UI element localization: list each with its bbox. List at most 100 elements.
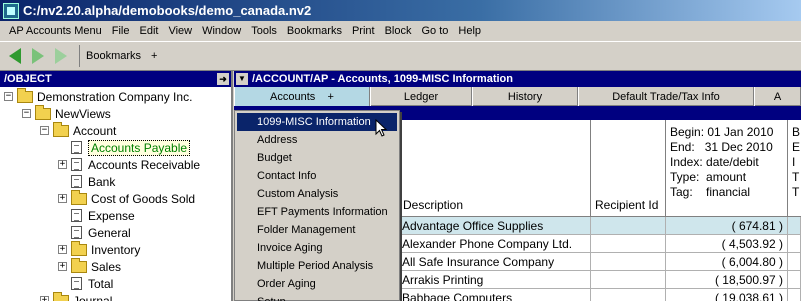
column-header-period-label: Begin: 01 Jan 2010 End: 31 Dec 2010 Inde… [670,125,774,199]
description-cell[interactable]: Advantage Office Supplies [399,217,591,235]
column-header-recipient[interactable]: Recipient Id [591,120,666,217]
tab-accounts[interactable]: Accounts + [234,87,370,106]
menu-item-print[interactable]: Print [347,21,380,41]
tree-item[interactable]: − Account [40,121,116,139]
tab-ledger[interactable]: Ledger [370,87,472,106]
menu-item-tools[interactable]: Tools [246,21,282,41]
tree-item[interactable]: + Journal [40,291,113,301]
menu-option-contact-info[interactable]: Contact Info [235,167,399,185]
next-period-cell[interactable] [788,235,801,253]
menu-option-invoice-aging[interactable]: Invoice Aging [235,239,399,257]
collapse-icon[interactable]: − [40,126,49,135]
menu-item-view[interactable]: View [163,21,197,41]
document-icon [71,175,82,188]
next-period-cell[interactable] [788,253,801,271]
tree-item-label: Journal [73,293,113,301]
recipient-cell[interactable] [591,217,666,235]
description-cell[interactable]: Alexander Phone Company Ltd. [399,235,591,253]
folder-icon [53,121,69,137]
description-cell[interactable]: Arrakis Printing [399,271,591,289]
go-arrow-icon[interactable]: ➜ [217,73,229,85]
tree-item[interactable]: Bank [58,173,115,190]
recipient-cell[interactable] [591,289,666,301]
expand-icon[interactable]: + [58,262,67,271]
tree-item[interactable]: Expense [58,207,135,224]
folder-icon [53,291,69,301]
tree-item-label: Bank [88,174,116,189]
tree-item[interactable]: + Accounts Receivable [58,156,200,173]
tree-item[interactable]: Total [58,275,113,292]
accounts-grid: Description Recipient Id Begin: 01 Jan 2… [399,120,801,301]
tree-item[interactable]: General [58,224,131,241]
expand-icon[interactable]: + [58,160,67,169]
bookmarks-button[interactable]: Bookmarks + [79,45,163,67]
menu-option-order-aging[interactable]: Order Aging [235,275,399,293]
amount-cell[interactable]: ( 19,038.61 ) [666,289,788,301]
menu-option-setup[interactable]: Setup [235,293,399,301]
tree-item[interactable]: + Sales [58,257,121,275]
tree-item[interactable]: Accounts Payable [58,139,191,156]
amount-cell[interactable]: ( 4,503.92 ) [666,235,788,253]
menu-item-block[interactable]: Block [380,21,417,41]
view-tabs: Accounts + Ledger History Default Trade/Tax… [234,87,801,106]
menu-option-1099-misc-information[interactable]: 1099-MISC Information [237,113,397,131]
table-row[interactable]: All Safe Insurance Company ( 6,004.80 ) [399,253,801,271]
next-period-cell[interactable] [788,217,801,235]
tree-item-label: Inventory [91,242,141,257]
menu-item-ap-accounts-menu[interactable]: AP Accounts Menu [4,21,107,41]
column-header-recipient-label: Recipient Id [595,198,659,212]
collapse-icon[interactable]: − [22,109,31,118]
recipient-cell[interactable] [591,235,666,253]
menu-item-file[interactable]: File [107,21,135,41]
amount-cell[interactable]: ( 18,500.97 ) [666,271,788,289]
tab-history[interactable]: History [472,87,578,106]
menu-option-custom-analysis[interactable]: Custom Analysis [235,185,399,203]
menu-item-bookmarks[interactable]: Bookmarks [282,21,347,41]
bookmarks-label: Bookmarks [86,50,142,62]
column-header-period[interactable]: Begin: 01 Jan 2010 End: 31 Dec 2010 Inde… [666,120,788,217]
tree-item[interactable]: + Inventory [58,240,141,258]
tree-item[interactable]: − Demonstration Company Inc. [4,87,193,105]
menu-item-window[interactable]: Window [197,21,246,41]
menu-item-edit[interactable]: Edit [134,21,163,41]
tree-item-label: Demonstration Company Inc. [37,89,193,104]
collapse-icon[interactable]: − [4,92,13,101]
amount-cell[interactable]: ( 6,004.80 ) [666,253,788,271]
table-row[interactable]: Advantage Office Supplies ( 674.81 ) [399,217,801,235]
back-button[interactable] [4,45,26,67]
view-menu-dropdown-icon[interactable]: ▼ [236,73,248,85]
menu-item-go-to[interactable]: Go to [416,21,453,41]
column-header-description[interactable]: Description [399,120,591,217]
expand-icon[interactable]: + [40,296,49,301]
column-header-next-period[interactable]: B E I T T [788,120,801,217]
window-title: C:/nv2.20.alpha/demobooks/demo_canada.nv… [23,3,312,18]
forward-end-button[interactable] [50,45,72,67]
menu-option-eft-payments-information[interactable]: EFT Payments Information [235,203,399,221]
tab-a[interactable]: A [754,87,801,106]
menu-item-help[interactable]: Help [453,21,486,41]
next-period-cell[interactable] [788,271,801,289]
table-row[interactable]: Babbage Computers ( 19,038.61 ) [399,289,801,301]
toolbar: Bookmarks + [0,41,801,71]
tree-item-label: Total [88,276,114,291]
mouse-cursor-icon [375,119,388,137]
menu-option-multiple-period-analysis[interactable]: Multiple Period Analysis [235,257,399,275]
description-cell[interactable]: Babbage Computers [399,289,591,301]
amount-cell[interactable]: ( 674.81 ) [666,217,788,235]
description-cell[interactable]: All Safe Insurance Company [399,253,591,271]
recipient-cell[interactable] [591,253,666,271]
menu-option-budget[interactable]: Budget [235,149,399,167]
forward-button[interactable] [27,45,49,67]
table-row[interactable]: Alexander Phone Company Ltd. ( 4,503.92 ) [399,235,801,253]
recipient-cell[interactable] [591,271,666,289]
expand-icon[interactable]: + [58,194,67,203]
menu-option-folder-management[interactable]: Folder Management [235,221,399,239]
next-period-cell[interactable] [788,289,801,301]
tab-default-trade-tax-info[interactable]: Default Trade/Tax Info [578,87,754,106]
tree-item[interactable]: + Cost of Goods Sold [58,189,195,207]
tree-item[interactable]: − NewViews [22,104,111,122]
expand-icon[interactable]: + [58,245,67,254]
table-row[interactable]: Arrakis Printing ( 18,500.97 ) [399,271,801,289]
